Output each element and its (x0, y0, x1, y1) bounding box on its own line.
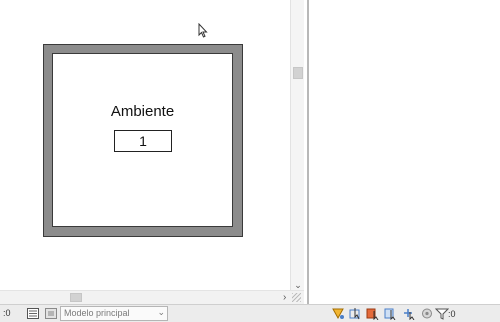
background-processes-icon[interactable] (420, 307, 434, 320)
drag-on-selection-icon[interactable] (402, 307, 416, 320)
vertical-scrollbar[interactable]: ⌄ (290, 0, 304, 290)
horizontal-scroll-thumb[interactable] (70, 293, 82, 302)
resize-grip-icon[interactable] (292, 293, 301, 302)
horizontal-scrollbar[interactable]: › (0, 290, 304, 304)
scroll-right-arrow-icon[interactable]: › (283, 292, 286, 303)
select-links-icon[interactable] (331, 307, 345, 320)
mouse-pointer-icon (198, 23, 208, 38)
filter-count: :0 (448, 309, 456, 319)
status-bar: :0 Modelo principal ⌄ :0 (0, 304, 500, 322)
worksets-icon[interactable] (26, 307, 40, 320)
select-underlay-icon[interactable] (349, 307, 363, 320)
select-by-face-icon[interactable] (384, 307, 398, 320)
chevron-down-icon[interactable]: ⌄ (157, 307, 165, 318)
filter-icon[interactable] (435, 307, 449, 320)
room-name-tag[interactable]: Ambiente (52, 103, 233, 120)
room-number-tag[interactable]: 1 (114, 130, 172, 152)
select-pinned-icon[interactable] (366, 307, 380, 320)
vertical-scroll-thumb[interactable] (293, 67, 303, 79)
active-model-value: Modelo principal (64, 308, 130, 318)
right-pane (309, 0, 500, 304)
design-options-icon[interactable] (44, 307, 58, 320)
drawing-canvas[interactable]: Ambiente 1 (0, 0, 290, 290)
status-value: :0 (3, 308, 11, 318)
active-model-select[interactable]: Modelo principal ⌄ (60, 306, 168, 321)
scroll-down-arrow-icon[interactable]: ⌄ (292, 280, 304, 290)
